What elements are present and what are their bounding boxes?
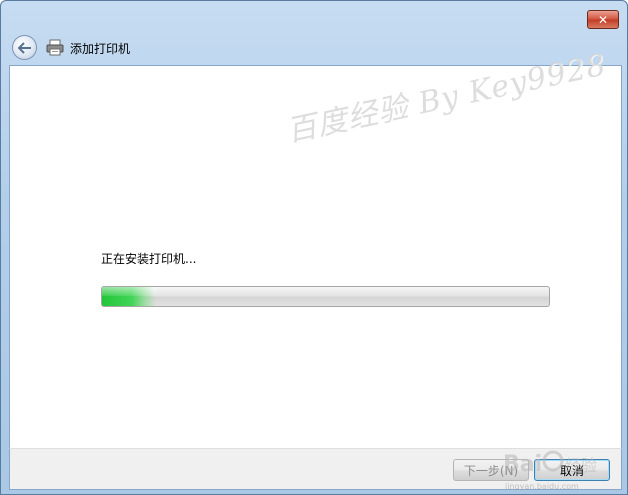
install-progress-bar: [101, 286, 550, 307]
svg-text:jingyan.baidu.com: jingyan.baidu.com: [504, 482, 579, 491]
back-button[interactable]: [12, 35, 37, 60]
install-status-text: 正在安装打印机...: [101, 252, 197, 266]
svg-text:Bai: Bai: [503, 452, 542, 477]
close-button[interactable]: ✕: [587, 10, 619, 29]
title-bar[interactable]: ✕: [1, 1, 627, 31]
svg-text:经验: 经验: [565, 456, 597, 475]
baidu-logo-watermark: Bai 经验 jingyan.baidu.com: [503, 450, 597, 491]
back-arrow-icon: [17, 41, 31, 54]
close-icon: ✕: [597, 12, 609, 27]
add-printer-window: ✕ 添加打印机 正在安装打印机... 下一步(N) 取消 百度经验 By Key…: [0, 0, 628, 495]
printer-icon: [46, 39, 64, 56]
progress-fill: [102, 287, 156, 306]
page-title: 添加打印机: [70, 42, 131, 56]
